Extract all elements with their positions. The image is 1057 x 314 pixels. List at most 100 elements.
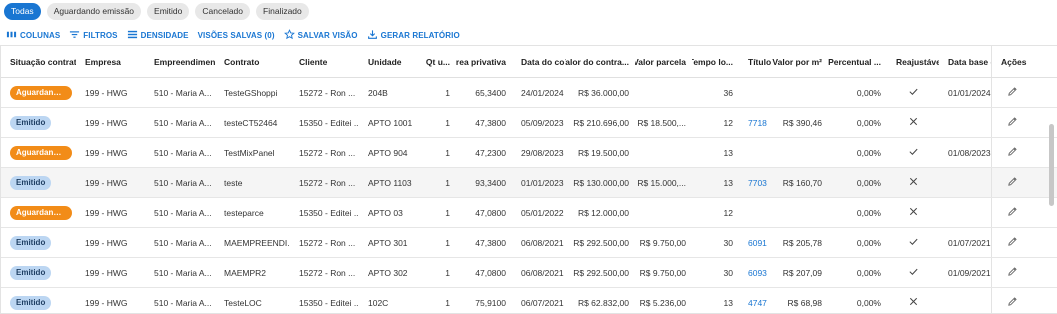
generate-report-button[interactable]: GERAR RELATÓRIO — [367, 29, 460, 42]
edit-pencil-icon[interactable] — [1007, 296, 1018, 309]
header-empreendimento[interactable]: Empreendimento — [145, 46, 215, 77]
tempo-cell: 30 — [723, 237, 733, 248]
edit-pencil-icon[interactable] — [1007, 236, 1018, 249]
area-cell: 65,3400 — [475, 87, 506, 98]
tab-aguardando-emissao[interactable]: Aguardando emissão — [46, 2, 142, 20]
edit-pencil-icon[interactable] — [1007, 266, 1018, 279]
columns-label: COLUNAS — [20, 30, 61, 40]
header-reajustavel[interactable]: Reajustável — [887, 46, 939, 77]
filters-button[interactable]: FILTROS — [69, 29, 117, 42]
edit-pencil-icon[interactable] — [1007, 116, 1018, 129]
acoes-cell — [991, 138, 1033, 167]
empresa-cell: 199 - HWG — [85, 267, 128, 278]
parcela-cell: R$ 15.000,... — [637, 177, 686, 188]
header-contrato[interactable]: Contrato — [215, 46, 290, 77]
tab-todas[interactable]: Todas — [4, 2, 41, 20]
empreendimento-cell: 510 - Maria A... — [154, 207, 212, 218]
table-row[interactable]: Emitido 199 - HWG 510 - Maria A... MAEMPR2 1… — [1, 258, 1057, 288]
edit-pencil-icon[interactable] — [1007, 206, 1018, 219]
data-cell: 05/01/2022 — [521, 207, 564, 218]
header-valor-m2[interactable]: Valor por m² — [772, 46, 828, 77]
header-cliente[interactable]: Cliente — [290, 46, 359, 77]
status-badge: Aguardando ... — [10, 145, 72, 160]
titulo-cell: 6091 — [739, 228, 772, 257]
grid-header: Situação contrato Empresa Empreendimento… — [1, 46, 1057, 78]
density-button[interactable]: DENSIDADE — [127, 29, 189, 42]
valor-m2-cell — [772, 78, 828, 107]
cliente-cell: 15272 - Ron ... — [299, 267, 356, 278]
tab-cancelado[interactable]: Cancelado — [195, 2, 251, 20]
cliente-cell: 15272 - Ron ... — [299, 87, 356, 98]
edit-pencil-icon[interactable] — [1007, 86, 1018, 99]
header-area[interactable]: Área privativa — [456, 46, 512, 77]
reajustavel-cell — [887, 168, 939, 197]
valor-m2-cell: R$ 160,70 — [782, 177, 822, 188]
header-empresa[interactable]: Empresa — [76, 46, 145, 77]
tempo-cell: 36 — [723, 87, 733, 98]
titulo-cell: 6093 — [739, 258, 772, 287]
header-data-base[interactable]: Data base d... — [939, 46, 991, 77]
parcela-cell — [635, 78, 692, 107]
header-data[interactable]: Data do con... — [512, 46, 565, 77]
empreendimento-cell: 510 - Maria A... — [154, 147, 212, 158]
tab-emitido[interactable]: Emitido — [147, 2, 190, 20]
tempo-cell: 12 — [723, 207, 733, 218]
parcela-cell: R$ 9.750,00 — [639, 237, 686, 248]
empresa-cell: 199 - HWG — [85, 87, 128, 98]
empreendimento-cell: 510 - Maria A... — [154, 237, 212, 248]
density-label: DENSIDADE — [140, 30, 189, 40]
contrato-cell: TestMixPanel — [224, 147, 275, 158]
table-row[interactable]: Emitido 199 - HWG 510 - Maria A... testeCT5… — [1, 108, 1057, 138]
save-view-button[interactable]: SALVAR VISÃO — [283, 28, 358, 42]
titulo-link[interactable]: 7718 — [748, 118, 767, 128]
header-tempo[interactable]: Tempo lo... — [692, 46, 739, 77]
header-qt[interactable]: Qt u... — [425, 46, 456, 77]
qt-cell: 1 — [445, 237, 450, 248]
cliente-cell: 15272 - Ron ... — [299, 237, 356, 248]
table-row[interactable]: Emitido 199 - HWG 510 - Maria A... MAEMPREE… — [1, 228, 1057, 258]
titulo-cell: 4747 — [739, 288, 772, 313]
data-base-cell: 01/01/2024 — [948, 87, 991, 98]
save-view-label: SALVAR VISÃO — [297, 30, 358, 40]
header-situacao[interactable]: Situação contrato — [1, 46, 76, 77]
parcela-cell: R$ 5.236,00 — [639, 297, 686, 308]
columns-button[interactable]: COLUNAS — [6, 29, 60, 42]
edit-pencil-icon[interactable] — [1007, 176, 1018, 189]
header-parcela[interactable]: Valor parcela — [635, 46, 692, 77]
table-row[interactable]: Aguardando ... 199 - HWG 510 - Maria A... t… — [1, 198, 1057, 228]
area-cell: 93,3400 — [475, 177, 506, 188]
header-acoes: Ações — [991, 46, 1033, 77]
grid-toolbar: COLUNAS FILTROS DENSIDADE VISÕES SALVAS … — [6, 28, 460, 42]
area-cell: 47,2300 — [475, 147, 506, 158]
titulo-link[interactable]: 6093 — [748, 268, 767, 278]
table-row[interactable]: Emitido 199 - HWG 510 - Maria A... teste 152… — [1, 168, 1057, 198]
header-valor[interactable]: Valor do contra... — [565, 46, 635, 77]
cliente-cell: 15350 - Editei ... — [299, 297, 359, 308]
filter-icon — [69, 29, 80, 42]
empresa-cell: 199 - HWG — [85, 147, 128, 158]
valor-cell: R$ 210.696,00 — [573, 117, 629, 128]
tab-finalizado[interactable]: Finalizado — [256, 2, 309, 20]
titulo-link[interactable]: 4747 — [748, 298, 767, 308]
table-row[interactable]: Aguardando ... 199 - HWG 510 - Maria A... T… — [1, 138, 1057, 168]
edit-pencil-icon[interactable] — [1007, 146, 1018, 159]
header-titulo[interactable]: Título — [739, 46, 772, 77]
percentual-cell: 0,00% — [856, 267, 881, 278]
cliente-cell: 15272 - Ron ... — [299, 177, 356, 188]
table-row[interactable]: Emitido 199 - HWG 510 - Maria A... TesteLOC… — [1, 288, 1057, 313]
titulo-link[interactable]: 6091 — [748, 238, 767, 248]
titulo-link[interactable]: 7703 — [748, 178, 767, 188]
header-percentual[interactable]: Percentual ... — [828, 46, 887, 77]
table-row[interactable]: Aguardando ... 199 - HWG 510 - Maria A... T… — [1, 78, 1057, 108]
qt-cell: 1 — [445, 267, 450, 278]
vertical-scrollbar[interactable] — [1049, 124, 1054, 206]
area-cell: 47,0800 — [475, 267, 506, 278]
filters-label: FILTROS — [83, 30, 118, 40]
qt-cell: 1 — [445, 207, 450, 218]
reajustavel-cell — [887, 108, 939, 137]
data-cell: 01/01/2023 — [521, 177, 564, 188]
saved-views-button[interactable]: VISÕES SALVAS (0) — [198, 31, 275, 40]
reajustavel-cell — [887, 198, 939, 227]
unidade-cell: 204B — [368, 87, 388, 98]
header-unidade[interactable]: Unidade — [359, 46, 425, 77]
